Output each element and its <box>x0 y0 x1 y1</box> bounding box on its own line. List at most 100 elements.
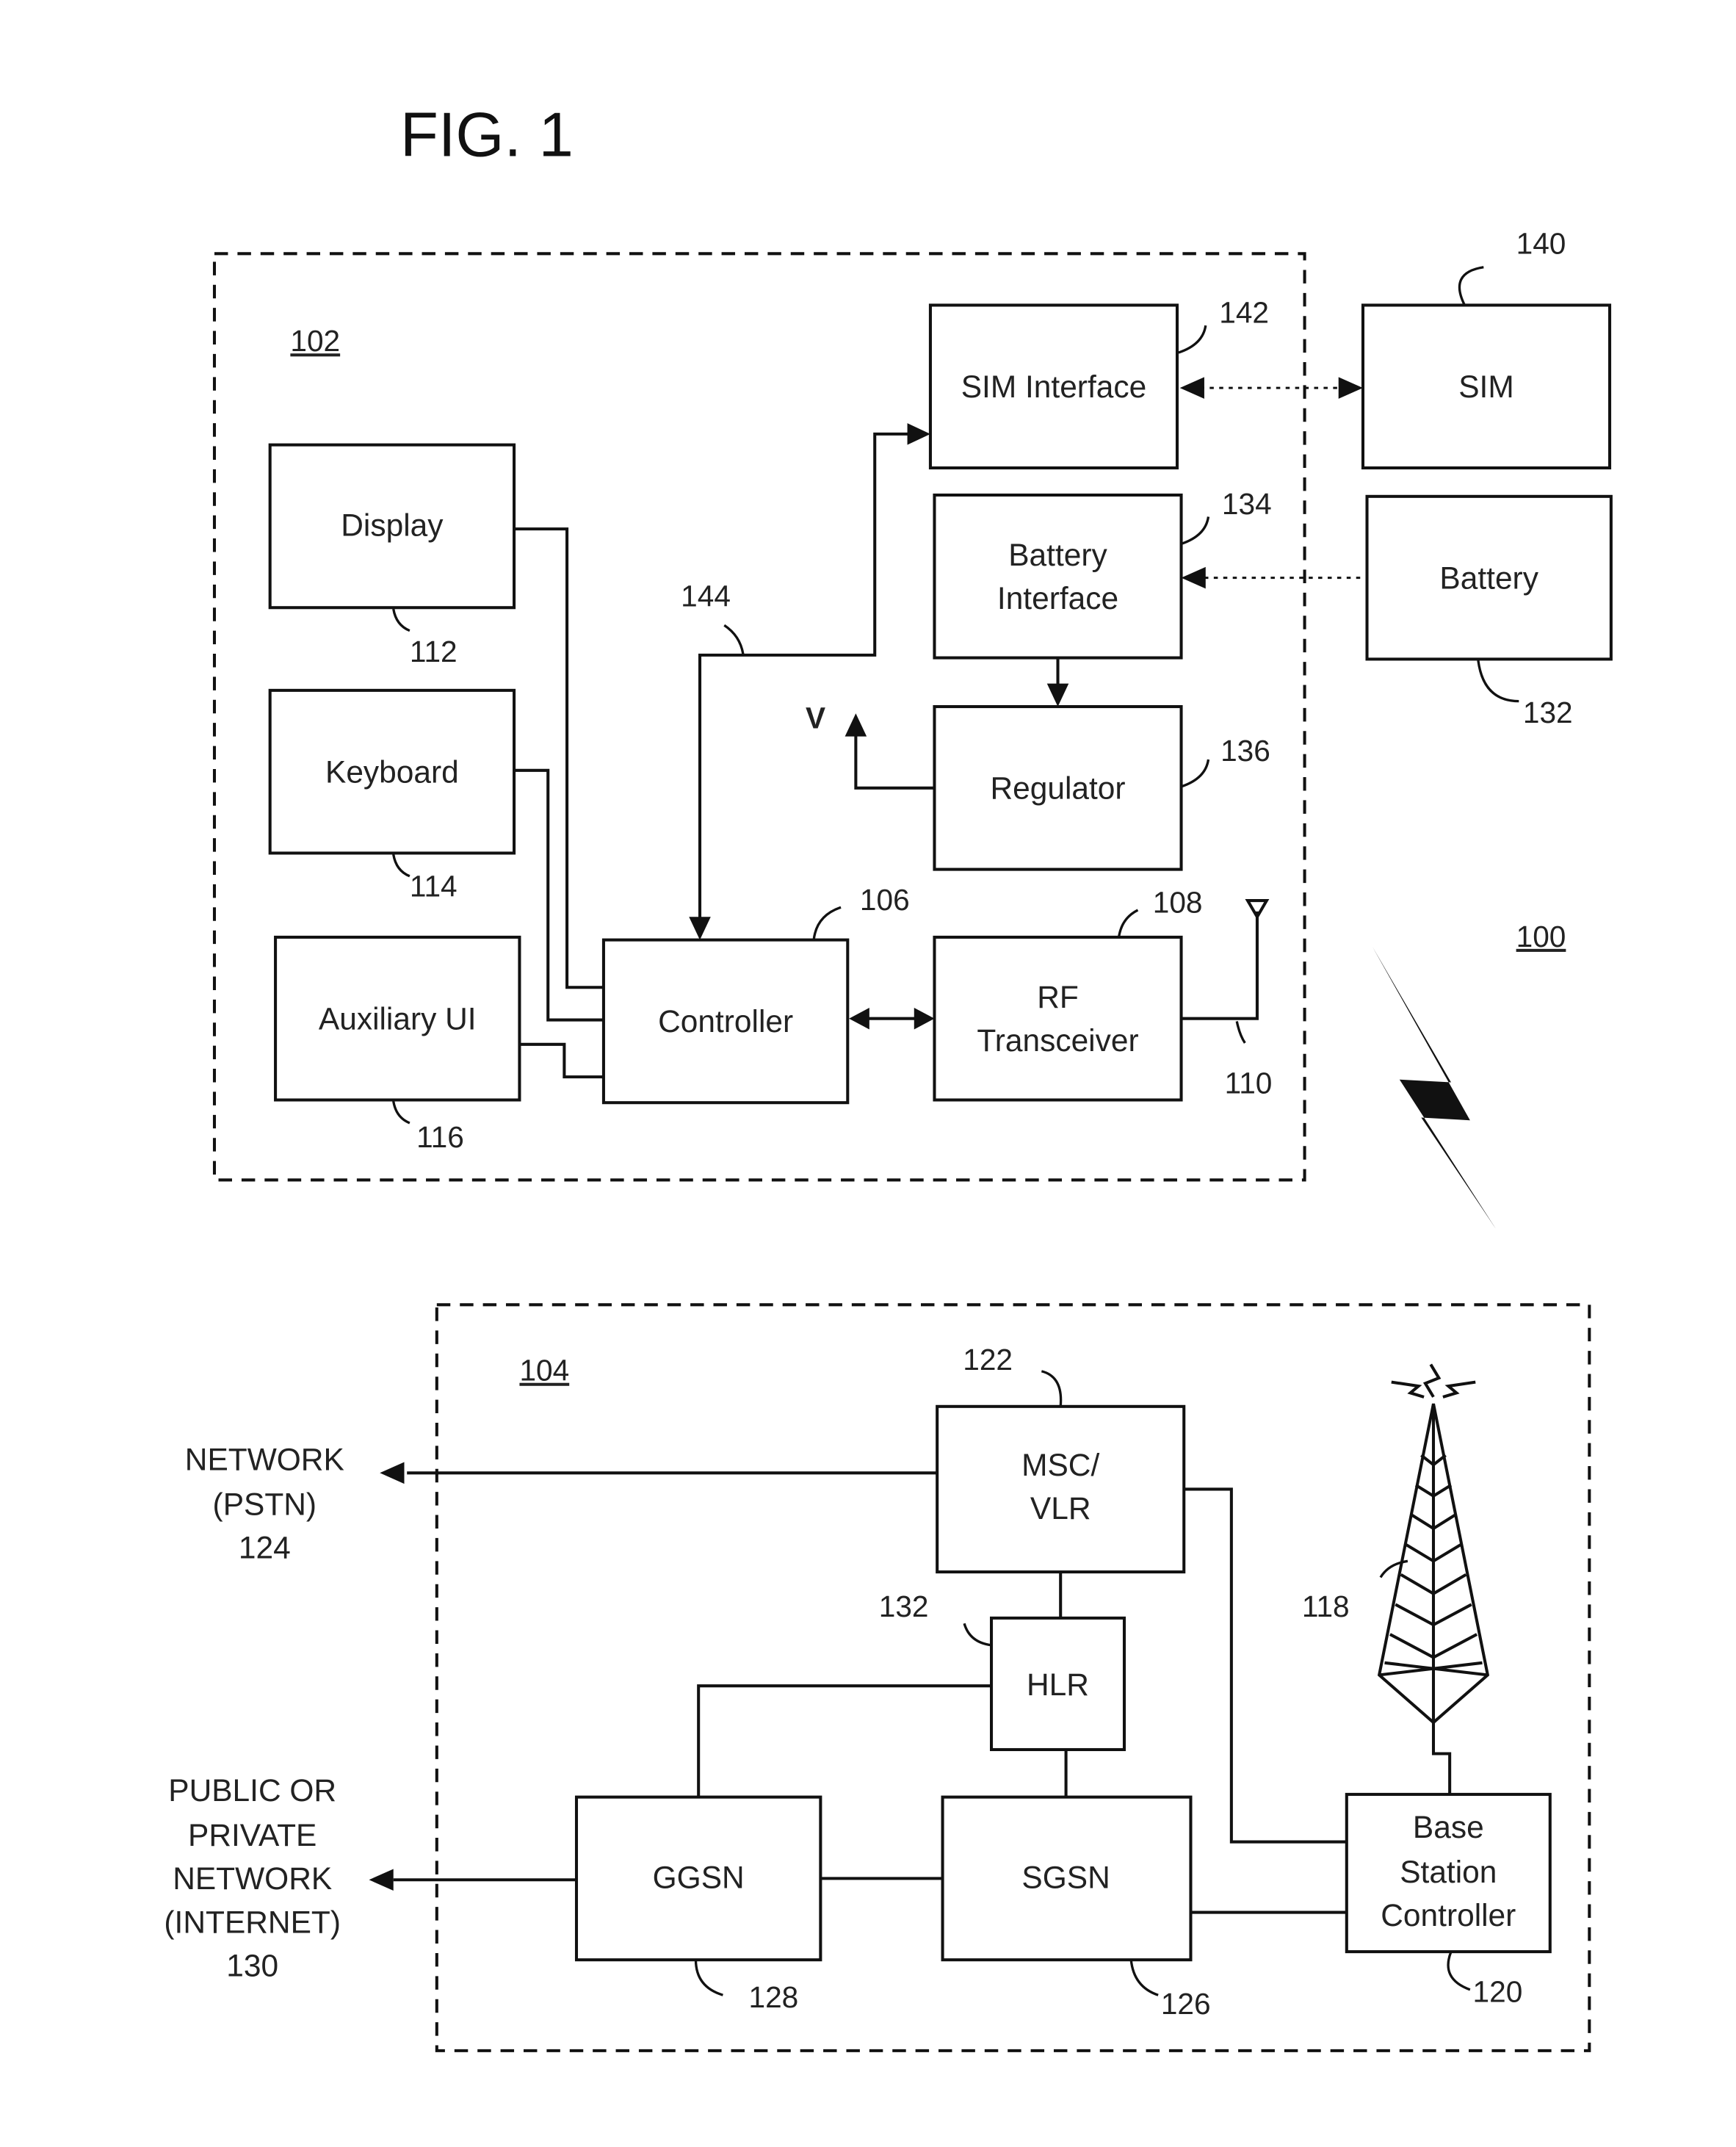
tower-bsc-wire <box>1431 1722 1452 1794</box>
battery-interface-leader <box>1181 516 1210 546</box>
internet-label-line3: NETWORK <box>173 1861 332 1896</box>
bsc-label-line3: Controller <box>1381 1898 1516 1933</box>
controller-ref: 106 <box>860 883 910 917</box>
network-ref: 104 <box>519 1354 569 1388</box>
sim-interface-leader <box>1178 325 1207 354</box>
bsc-label-line2: Station <box>1400 1855 1497 1889</box>
arrow-to-pstn <box>380 1462 405 1484</box>
bsc-block: Base Station Controller <box>1345 1792 1552 1954</box>
battery-interface-block: Battery Interface <box>933 493 1183 660</box>
rf-transceiver-leader <box>1117 909 1139 938</box>
battery-interface-ref: 134 <box>1222 487 1272 521</box>
bsc-leader <box>1447 1951 1471 1991</box>
pstn-ref: 124 <box>239 1531 291 1565</box>
arrow-v-output <box>845 713 867 737</box>
battery-interface-label-line1: Battery <box>1008 538 1107 572</box>
msc-vlr-block: MSC/ VLR <box>936 1404 1186 1574</box>
pstn-label-line2: (PSTN) <box>213 1487 317 1522</box>
msc-vlr-label-line1: MSC/ <box>1021 1448 1099 1482</box>
arrow-to-controller-bus <box>689 917 711 940</box>
keyboard-label: Keyboard <box>325 754 459 789</box>
pstn-label-line1: NETWORK <box>185 1443 344 1477</box>
keyboard-ref: 114 <box>410 870 457 903</box>
arrow-to-sim-interface-dotted <box>1179 377 1204 399</box>
controller-leader <box>812 906 842 940</box>
keyboard-controller-wire <box>515 768 604 1022</box>
ggsn-label: GGSN <box>653 1860 745 1894</box>
sim-interface-label: SIM Interface <box>961 369 1146 404</box>
sim-leader <box>1458 266 1484 306</box>
arrow-to-sim <box>1338 377 1363 399</box>
sgsn-ref: 126 <box>1161 1987 1211 2021</box>
regulator-label: Regulator <box>990 771 1125 806</box>
msc-vlr-label-line2: VLR <box>1030 1491 1091 1526</box>
bsc-label-line1: Base <box>1413 1810 1484 1844</box>
ggsn-hlr-wire <box>697 1684 992 1797</box>
ggsn-leader <box>694 1960 723 1996</box>
hlr-label: HLR <box>1027 1667 1089 1702</box>
internet-label-line2: PRIVATE <box>188 1818 317 1852</box>
battery-interface-label-line2: Interface <box>997 581 1118 616</box>
sgsn-label: SGSN <box>1021 1860 1110 1894</box>
battery-leader <box>1477 660 1519 703</box>
regulator-leader <box>1181 759 1210 788</box>
hlr-leader <box>963 1623 992 1647</box>
auxiliary-ui-leader <box>392 1101 411 1125</box>
antenna-ref: 110 <box>1225 1066 1273 1100</box>
voltage-label: V <box>806 701 825 735</box>
antenna-feed <box>1181 911 1259 1020</box>
internet-label-line1: PUBLIC OR <box>168 1773 336 1808</box>
bus-ref: 144 <box>681 579 731 613</box>
system-ref: 100 <box>1516 920 1566 953</box>
sim-label: SIM <box>1458 369 1513 404</box>
display-leader <box>392 608 411 632</box>
msc-vlr-leader <box>1041 1370 1063 1407</box>
sgsn-block: SGSN <box>941 1795 1193 1962</box>
rf-transceiver-label-line2: Transceiver <box>977 1023 1138 1058</box>
msc-vlr-ref: 122 <box>963 1343 1013 1376</box>
rf-transceiver-ref: 108 <box>1153 886 1203 920</box>
rf-transceiver-label-line1: RF <box>1037 980 1079 1014</box>
sim-ref: 140 <box>1516 226 1566 260</box>
hlr-block: HLR <box>989 1616 1126 1752</box>
auxiliary-ui-block: Auxiliary UI <box>274 935 521 1102</box>
battery-label: Battery <box>1439 560 1538 595</box>
auxiliary-ui-ref: 116 <box>416 1120 464 1154</box>
display-ref: 112 <box>410 635 457 668</box>
arrow-to-internet <box>369 1869 394 1891</box>
display-controller-wire <box>515 527 604 989</box>
device-ref: 102 <box>290 324 340 358</box>
display-label: Display <box>341 508 444 542</box>
battery-block: Battery <box>1365 494 1613 661</box>
arrow-to-regulator <box>1046 683 1069 707</box>
arrow-to-rf <box>914 1007 935 1030</box>
controller-sim-bus <box>698 432 912 923</box>
keyboard-block: Keyboard <box>268 688 516 855</box>
arrow-to-controller <box>849 1007 869 1030</box>
ggsn-ref: 128 <box>749 1980 799 2014</box>
bsc-ref: 120 <box>1473 1974 1523 2008</box>
patent-figure: FIG. 1 102 Display 112 Keyboard 114 Auxi… <box>164 99 1613 2052</box>
figure-title: FIG. 1 <box>400 99 574 169</box>
bus-leader <box>723 624 745 656</box>
controller-block: Controller <box>601 938 850 1105</box>
sim-interface-ref: 142 <box>1219 295 1269 329</box>
internet-label-line4: (INTERNET) <box>164 1905 341 1939</box>
cell-tower-icon <box>1377 1363 1490 1725</box>
sim-block: SIM <box>1361 303 1612 470</box>
sgsn-leader <box>1129 1960 1159 1996</box>
arrow-to-sim-interface <box>907 423 930 445</box>
controller-label: Controller <box>658 1004 793 1039</box>
regulator-ref: 136 <box>1220 734 1270 768</box>
regulator-v-wire <box>854 732 935 790</box>
msc-bsc-wire <box>1184 1487 1347 1844</box>
antenna-icon <box>1245 899 1270 920</box>
rf-transceiver-block: RF Transceiver <box>933 935 1183 1102</box>
internet-ref: 130 <box>226 1948 278 1982</box>
lightning-bolt-icon <box>1372 946 1496 1229</box>
battery-ref: 132 <box>1523 696 1573 729</box>
keyboard-leader <box>392 854 411 878</box>
sim-interface-block: SIM Interface <box>928 303 1179 470</box>
auxiliary-ui-label: Auxiliary UI <box>319 1001 477 1036</box>
antenna-leader <box>1235 1021 1246 1044</box>
